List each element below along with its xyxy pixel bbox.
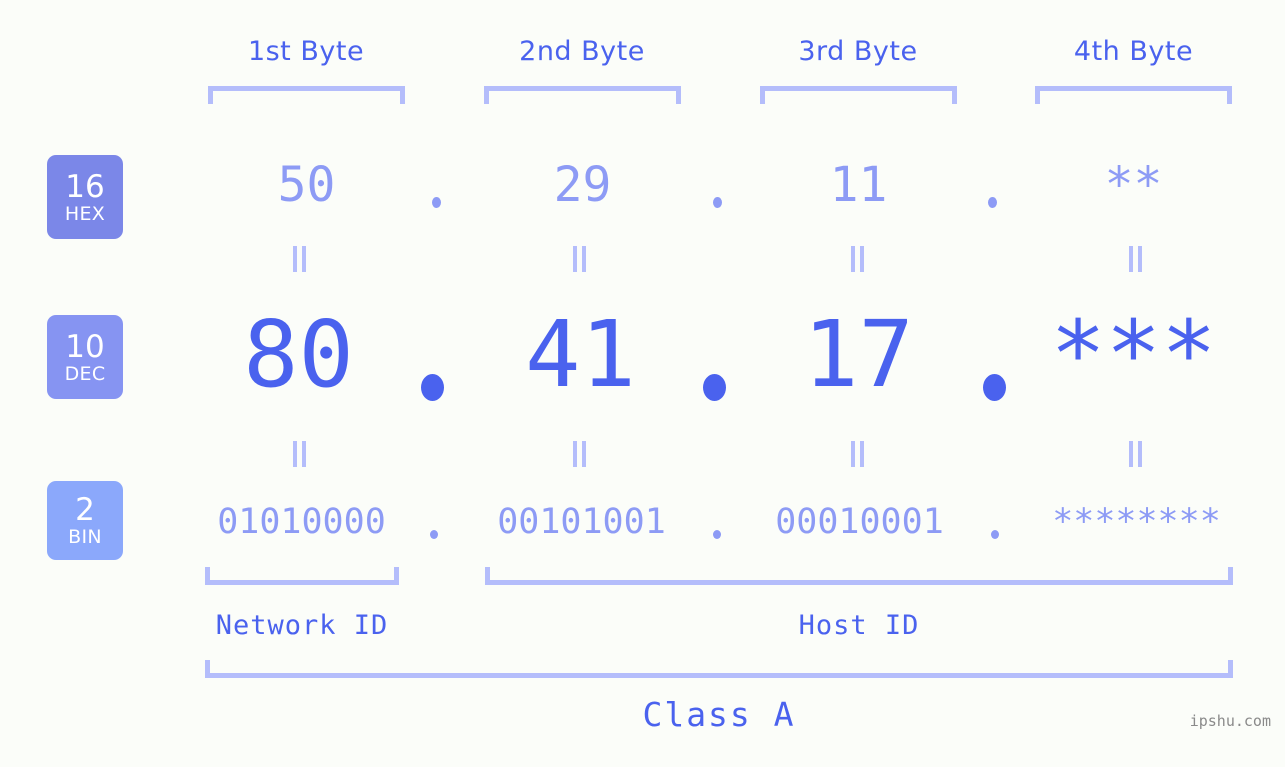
base-badge-hex-name: HEX [64,202,106,225]
base-badge-dec-name: DEC [64,362,106,385]
bin-byte-2: 00101001 [497,502,666,542]
hex-byte-3: 11 [829,157,888,213]
equality-marker-hex-dec-4 [1129,246,1143,272]
hex-separator-3 [988,197,997,208]
equality-marker-dec-bin-4 [1129,441,1143,467]
equality-marker-hex-dec-1 [293,246,307,272]
bin-separator-2 [713,530,721,539]
hex-byte-4: ** [1104,157,1163,213]
byte-bracket-2 [484,86,681,104]
hex-separator-2 [713,197,722,208]
dec-byte-3: 17 [803,301,914,408]
byte-bracket-1 [208,86,405,104]
host-id-bracket [485,567,1233,585]
base-badge-bin-number: 2 [75,492,95,528]
byte-bracket-4 [1035,86,1232,104]
ip-address-breakdown-diagram: 1st Byte 2nd Byte 3rd Byte 4th Byte 16 H… [0,0,1285,767]
byte-bracket-3 [760,86,957,104]
base-badge-hex-number: 16 [65,168,105,205]
base-badge-bin-name: BIN [68,526,102,548]
bin-separator-3 [991,530,999,539]
base-badge-dec: 10 DEC [47,315,123,399]
hex-separator-1 [432,197,441,208]
dec-separator-2 [703,374,726,401]
bin-byte-3: 00010001 [775,502,944,542]
bin-byte-1: 01010000 [217,502,386,542]
byte-header-3: 3rd Byte [798,36,918,67]
dec-separator-1 [421,374,444,401]
hex-byte-2: 29 [553,157,612,213]
byte-header-1: 1st Byte [247,36,365,67]
bin-byte-4: ******** [1052,502,1221,542]
base-badge-dec-number: 10 [65,328,105,365]
equality-marker-dec-bin-2 [573,441,587,467]
bin-separator-1 [430,530,438,539]
network-id-bracket [205,567,399,585]
class-label: Class A [642,695,796,734]
class-bracket [205,660,1233,678]
equality-marker-dec-bin-1 [293,441,307,467]
base-badge-hex: 16 HEX [47,155,123,239]
byte-header-4: 4th Byte [1073,36,1194,67]
equality-marker-hex-dec-2 [573,246,587,272]
dec-byte-1: 80 [243,301,354,408]
equality-marker-hex-dec-3 [851,246,865,272]
dec-byte-4: *** [1050,301,1217,408]
network-id-label: Network ID [215,610,389,641]
equality-marker-dec-bin-3 [851,441,865,467]
hex-byte-1: 50 [277,157,336,213]
dec-separator-3 [983,374,1006,401]
dec-byte-2: 41 [525,301,636,408]
watermark: ipshu.com [1189,712,1271,730]
base-badge-bin: 2 BIN [47,481,123,560]
host-id-label: Host ID [798,610,920,641]
byte-header-2: 2nd Byte [519,36,645,67]
